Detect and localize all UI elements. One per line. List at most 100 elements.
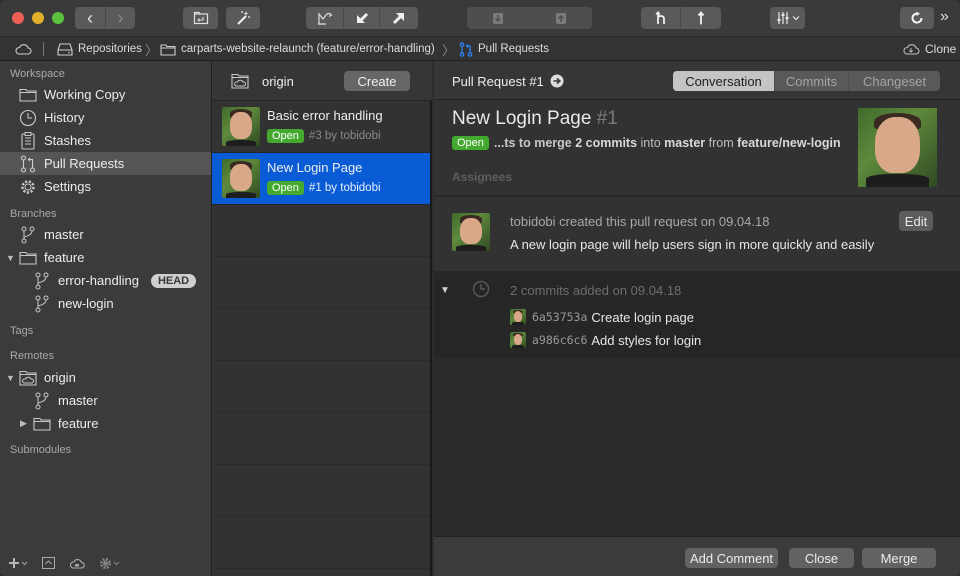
- empty-row: [212, 309, 430, 361]
- refresh-button[interactable]: [900, 7, 934, 29]
- app-window: ‹ › » Repositories 〉 carparts-website-re…: [0, 0, 960, 576]
- close-pull-request-button[interactable]: Close: [789, 548, 854, 568]
- commits-event: ▼ 2 commits added on 09.04.18 6a53753a C…: [434, 274, 960, 358]
- pop-stash-button[interactable]: [530, 7, 592, 29]
- branch-icon: [18, 226, 38, 244]
- add-comment-button[interactable]: Add Comment: [685, 548, 778, 568]
- sidebar-bottom-bar: [0, 550, 211, 576]
- clone-button[interactable]: Clone: [902, 37, 956, 61]
- back-button[interactable]: ‹: [75, 7, 106, 29]
- empty-row: [212, 361, 430, 413]
- drive-icon: [57, 42, 73, 56]
- sidebar-item-stashes[interactable]: Stashes: [0, 129, 211, 152]
- show-in-finder-button[interactable]: [42, 557, 55, 569]
- disclosure-expanded-icon[interactable]: ▼: [440, 285, 450, 296]
- pull-request-description: tobidobi created this pull request on 09…: [434, 197, 960, 273]
- sidebar-item-pull-requests[interactable]: Pull Requests: [0, 152, 211, 175]
- pull-request-meta: #3 by tobidobi: [308, 130, 381, 142]
- stash-actions-group: [467, 7, 592, 29]
- close-window-button[interactable]: [12, 12, 24, 24]
- remote-name[interactable]: origin: [262, 74, 294, 89]
- open-in-browser-button[interactable]: [550, 74, 564, 88]
- pull-request-title: New Login Page: [452, 108, 592, 129]
- merge-pull-request-button[interactable]: Merge: [862, 548, 936, 568]
- commit-author-avatar: [510, 332, 526, 348]
- assignees-label[interactable]: Assignees: [452, 170, 512, 184]
- create-branch-button[interactable]: [641, 7, 681, 29]
- folder-icon: [18, 249, 38, 267]
- status-badge: Open: [452, 136, 489, 150]
- minimize-window-button[interactable]: [32, 12, 44, 24]
- chevron-right-icon: 〉: [145, 42, 159, 58]
- detail-footer: Add Comment Close Merge: [434, 536, 960, 576]
- folder-icon: [160, 43, 176, 56]
- cloud-icon: [15, 44, 32, 55]
- empty-row: [212, 413, 430, 465]
- open-working-copy-button[interactable]: [183, 7, 218, 29]
- folder-return-icon: [183, 7, 218, 29]
- pull-request-detail-pane: Pull Request #1 Conversation Commits Cha…: [434, 61, 960, 576]
- section-header-tags[interactable]: Tags: [10, 325, 33, 337]
- create-tag-button[interactable]: [681, 7, 721, 29]
- tab-changeset[interactable]: Changeset: [849, 71, 940, 91]
- zoom-window-button[interactable]: [52, 12, 64, 24]
- merge-button[interactable]: [306, 7, 344, 29]
- empty-row: [212, 257, 430, 309]
- branch-item-master[interactable]: master: [0, 223, 211, 246]
- refresh-icon: [900, 7, 934, 29]
- branch-item-error-handling[interactable]: error-handling HEAD: [0, 269, 211, 292]
- empty-row: [212, 205, 430, 257]
- window-icon: [42, 557, 55, 569]
- tab-commits[interactable]: Commits: [775, 71, 849, 91]
- pull-request-title: New Login Page: [267, 160, 363, 175]
- commit-row[interactable]: 6a53753a Create login page: [510, 307, 694, 327]
- sidebar-settings-button[interactable]: [99, 557, 120, 570]
- section-header-workspace: Workspace: [10, 68, 65, 80]
- remote-branch-master[interactable]: master: [0, 389, 211, 412]
- merge-actions-group: [306, 7, 418, 29]
- sidebar-item-working-copy[interactable]: Working Copy: [0, 83, 211, 106]
- folder-icon: [18, 86, 38, 104]
- add-menu-button[interactable]: [8, 557, 28, 569]
- empty-row: [212, 517, 430, 569]
- commits-event-header: 2 commits added on 09.04.18: [510, 283, 682, 298]
- push-button[interactable]: [380, 7, 418, 29]
- remote-folder-feature[interactable]: feature: [0, 412, 211, 435]
- edit-button[interactable]: Edit: [899, 211, 933, 231]
- stash-button[interactable]: [467, 7, 530, 29]
- remote-services-button[interactable]: [69, 557, 85, 569]
- sliders-icon: [770, 7, 805, 29]
- status-badge: Open: [267, 181, 304, 195]
- clipboard-icon: [18, 131, 38, 150]
- remote-item-origin[interactable]: origin: [0, 366, 211, 389]
- detail-header-title: Pull Request #1: [452, 74, 544, 89]
- commit-sha[interactable]: a986c6c6: [532, 333, 587, 347]
- sidebar-item-settings[interactable]: Settings: [0, 175, 211, 198]
- breadcrumb-repositories[interactable]: Repositories: [57, 37, 142, 61]
- breadcrumb-pull-requests[interactable]: Pull Requests: [459, 37, 549, 61]
- breadcrumb-repository[interactable]: carparts-website-relaunch (feature/error…: [160, 37, 435, 61]
- section-header-submodules[interactable]: Submodules: [10, 444, 71, 456]
- pull-button[interactable]: [344, 7, 380, 29]
- branch-folder-feature[interactable]: feature: [0, 246, 211, 269]
- navigation-buttons: ‹ ›: [75, 7, 135, 29]
- divider: [43, 42, 44, 56]
- quick-actions-button[interactable]: [226, 7, 260, 29]
- create-pull-request-button[interactable]: Create: [344, 71, 410, 91]
- cloud-services-button[interactable]: [14, 37, 32, 61]
- pull-request-row[interactable]: Basic error handling Open #3 by tobidobi: [212, 101, 430, 153]
- forward-button[interactable]: ›: [106, 7, 135, 29]
- tab-conversation[interactable]: Conversation: [673, 71, 775, 91]
- view-options-button[interactable]: [770, 7, 805, 29]
- status-badge: Open: [267, 129, 304, 143]
- pull-request-row-selected[interactable]: New Login Page Open #1 by tobidobi: [212, 153, 430, 205]
- branch-item-new-login[interactable]: new-login: [0, 292, 211, 315]
- pull-request-meta: #1 by tobidobi: [308, 182, 381, 194]
- sidebar-item-history[interactable]: History: [0, 106, 211, 129]
- commit-sha[interactable]: 6a53753a: [532, 310, 587, 324]
- more-toolbar-items-icon[interactable]: »: [940, 8, 949, 26]
- commit-row[interactable]: a986c6c6 Add styles for login: [510, 330, 701, 350]
- arrow-circle-right-icon: [550, 74, 564, 88]
- chevron-right-icon: ›: [117, 7, 124, 28]
- commit-count: 2 commits: [575, 136, 638, 150]
